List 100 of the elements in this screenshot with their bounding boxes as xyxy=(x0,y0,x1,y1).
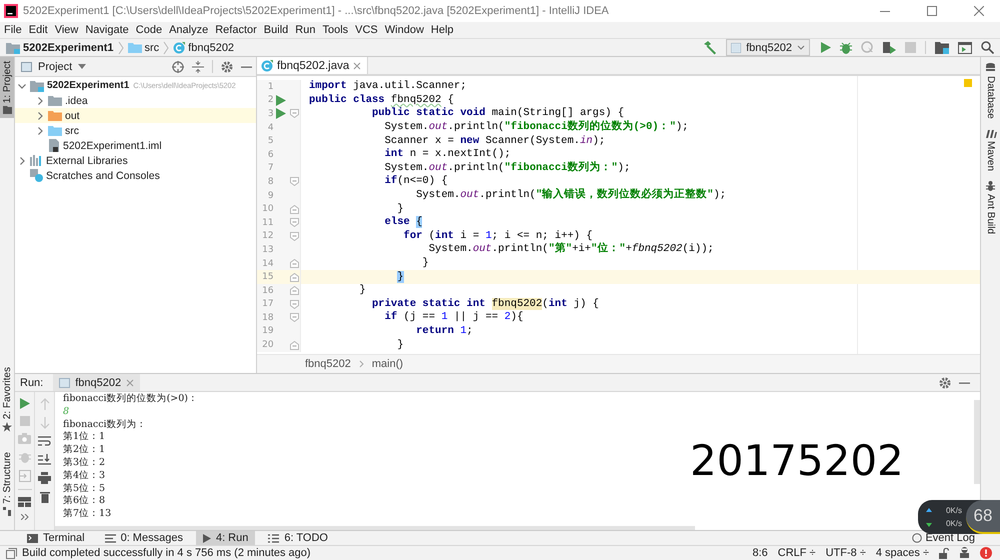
breadcrumb[interactable]: fbnq5202 xyxy=(173,42,234,54)
menu-item[interactable]: View xyxy=(54,24,78,36)
line-number: 14 xyxy=(261,258,274,269)
menu-item[interactable]: Analyze xyxy=(169,24,208,36)
search-icon[interactable] xyxy=(981,41,994,54)
tree-item[interactable]: External Libraries xyxy=(15,153,256,168)
menu-item[interactable]: Run xyxy=(295,24,316,36)
rerun-icon[interactable] xyxy=(20,398,30,409)
app-logo-icon xyxy=(4,4,18,18)
editor-tab[interactable]: fbnq5202.java xyxy=(257,57,368,74)
menu-item[interactable]: Tools xyxy=(322,24,348,36)
run-icon[interactable] xyxy=(821,42,831,53)
menu-item[interactable]: Navigate xyxy=(85,24,129,36)
caret-position[interactable]: 8:6 xyxy=(752,547,768,559)
tool-window-tab[interactable]: 6: TODO xyxy=(261,531,335,545)
menu-item[interactable]: VCS xyxy=(355,24,378,36)
tool-window-tab[interactable]: 2: Favorites xyxy=(0,363,14,436)
run-gutter-icon[interactable] xyxy=(276,94,286,106)
tree-item[interactable]: Scratches and Consoles xyxy=(15,168,256,183)
code-line: return 1; xyxy=(415,324,473,338)
hammer-icon[interactable] xyxy=(703,40,718,54)
fold-end-icon[interactable] xyxy=(290,340,300,350)
more-icon[interactable] xyxy=(20,514,28,520)
settings-icon[interactable] xyxy=(221,60,233,72)
exit-icon[interactable] xyxy=(18,470,30,482)
warning-marker-icon[interactable] xyxy=(964,79,972,87)
fold-icon[interactable] xyxy=(290,177,300,186)
fold-end-icon[interactable] xyxy=(290,272,300,282)
menu-item[interactable]: Help xyxy=(430,24,454,36)
tree-item[interactable]: out xyxy=(15,108,256,123)
run-tab[interactable]: fbnq5202 xyxy=(53,374,140,391)
settings-icon[interactable] xyxy=(939,376,951,388)
tool-window-tab[interactable]: Database xyxy=(985,63,996,119)
fold-icon[interactable] xyxy=(290,218,300,228)
stripes-icon xyxy=(984,128,996,138)
tool-window-tab[interactable]: Terminal xyxy=(20,531,92,545)
lock-icon[interactable] xyxy=(939,548,949,558)
panel-toggle-icon[interactable] xyxy=(6,548,17,558)
menu-item[interactable]: Refactor xyxy=(215,24,257,36)
breadcrumb[interactable]: 5202Experiment1 xyxy=(6,42,114,54)
close-window-icon[interactable] xyxy=(974,6,984,16)
fold-icon[interactable] xyxy=(290,232,300,241)
project-structure-icon[interactable] xyxy=(935,42,949,54)
fold-end-icon[interactable] xyxy=(290,259,300,268)
tree-item[interactable]: 5202Experiment1.iml xyxy=(15,138,256,153)
fold-end-icon[interactable] xyxy=(290,204,300,214)
close-tab-icon[interactable] xyxy=(126,378,134,386)
line-separator-selector[interactable]: CRLF ÷ xyxy=(778,547,816,559)
fold-icon[interactable] xyxy=(290,313,300,322)
error-icon[interactable] xyxy=(980,547,992,559)
console-line: 第3位：2 xyxy=(63,456,106,470)
run-configuration-dropdown[interactable]: fbnq5202 xyxy=(726,39,810,56)
debug-icon[interactable] xyxy=(840,42,852,54)
line-number: 9 xyxy=(266,190,274,201)
library-icon xyxy=(30,155,43,166)
profile-icon[interactable] xyxy=(883,41,896,54)
code-line: public class fbnq5202 { xyxy=(308,94,454,107)
scroll-to-end-icon[interactable] xyxy=(38,454,51,465)
fold-icon[interactable] xyxy=(290,300,300,309)
tree-item[interactable]: .idea xyxy=(15,93,256,108)
close-tab-icon[interactable] xyxy=(353,62,362,70)
tool-window-tab[interactable]: 1: Project xyxy=(0,57,14,118)
collapse-all-icon[interactable] xyxy=(192,60,204,72)
tool-window-tab[interactable]: 4: Run xyxy=(196,531,256,545)
encoding-selector[interactable]: UTF-8 ÷ xyxy=(826,547,866,559)
window-layout-icon[interactable] xyxy=(958,42,972,54)
print-icon[interactable] xyxy=(38,472,51,484)
line-number: 1 xyxy=(266,82,274,92)
menu-item[interactable]: File xyxy=(4,24,22,36)
chevron-separator-icon xyxy=(163,40,170,54)
line-number: 17 xyxy=(261,299,274,310)
menu-item[interactable]: Edit xyxy=(28,24,48,36)
tree-item[interactable]: src xyxy=(15,123,256,138)
camera-icon[interactable] xyxy=(18,433,31,444)
menu-item[interactable]: Window xyxy=(384,24,424,36)
fold-icon[interactable] xyxy=(290,109,300,118)
tool-window-tab[interactable]: 0: Messages xyxy=(98,531,190,545)
inspector-icon[interactable] xyxy=(959,547,970,559)
breadcrumb[interactable]: main() xyxy=(372,358,404,370)
event-log-button[interactable]: Event Log xyxy=(912,531,975,545)
soft-wrap-icon[interactable] xyxy=(38,436,51,447)
indent-selector[interactable]: 4 spaces ÷ xyxy=(876,547,929,559)
tool-window-tab[interactable]: Ant Build xyxy=(985,180,996,234)
tool-window-tab[interactable]: Maven xyxy=(984,128,996,171)
project-view-dropdown[interactable]: Project xyxy=(21,60,86,72)
module-folder-icon xyxy=(30,80,44,92)
breadcrumb[interactable]: fbnq5202 xyxy=(305,358,351,370)
fold-end-icon[interactable] xyxy=(290,286,300,296)
breadcrumb[interactable]: src xyxy=(128,42,160,54)
run-gutter-icon[interactable] xyxy=(276,108,286,120)
menu-item[interactable]: Build xyxy=(264,24,288,36)
scrollbar[interactable] xyxy=(974,400,980,484)
maximize-window-icon[interactable] xyxy=(927,6,937,16)
menu-item[interactable]: Code xyxy=(136,24,162,36)
layout-icon[interactable] xyxy=(18,497,31,507)
coverage-icon[interactable] xyxy=(861,41,874,54)
trash-icon[interactable] xyxy=(40,491,50,503)
tool-window-tab[interactable]: 7: Structure xyxy=(0,448,14,520)
scrollbar[interactable] xyxy=(55,526,695,530)
locate-icon[interactable] xyxy=(172,60,184,72)
